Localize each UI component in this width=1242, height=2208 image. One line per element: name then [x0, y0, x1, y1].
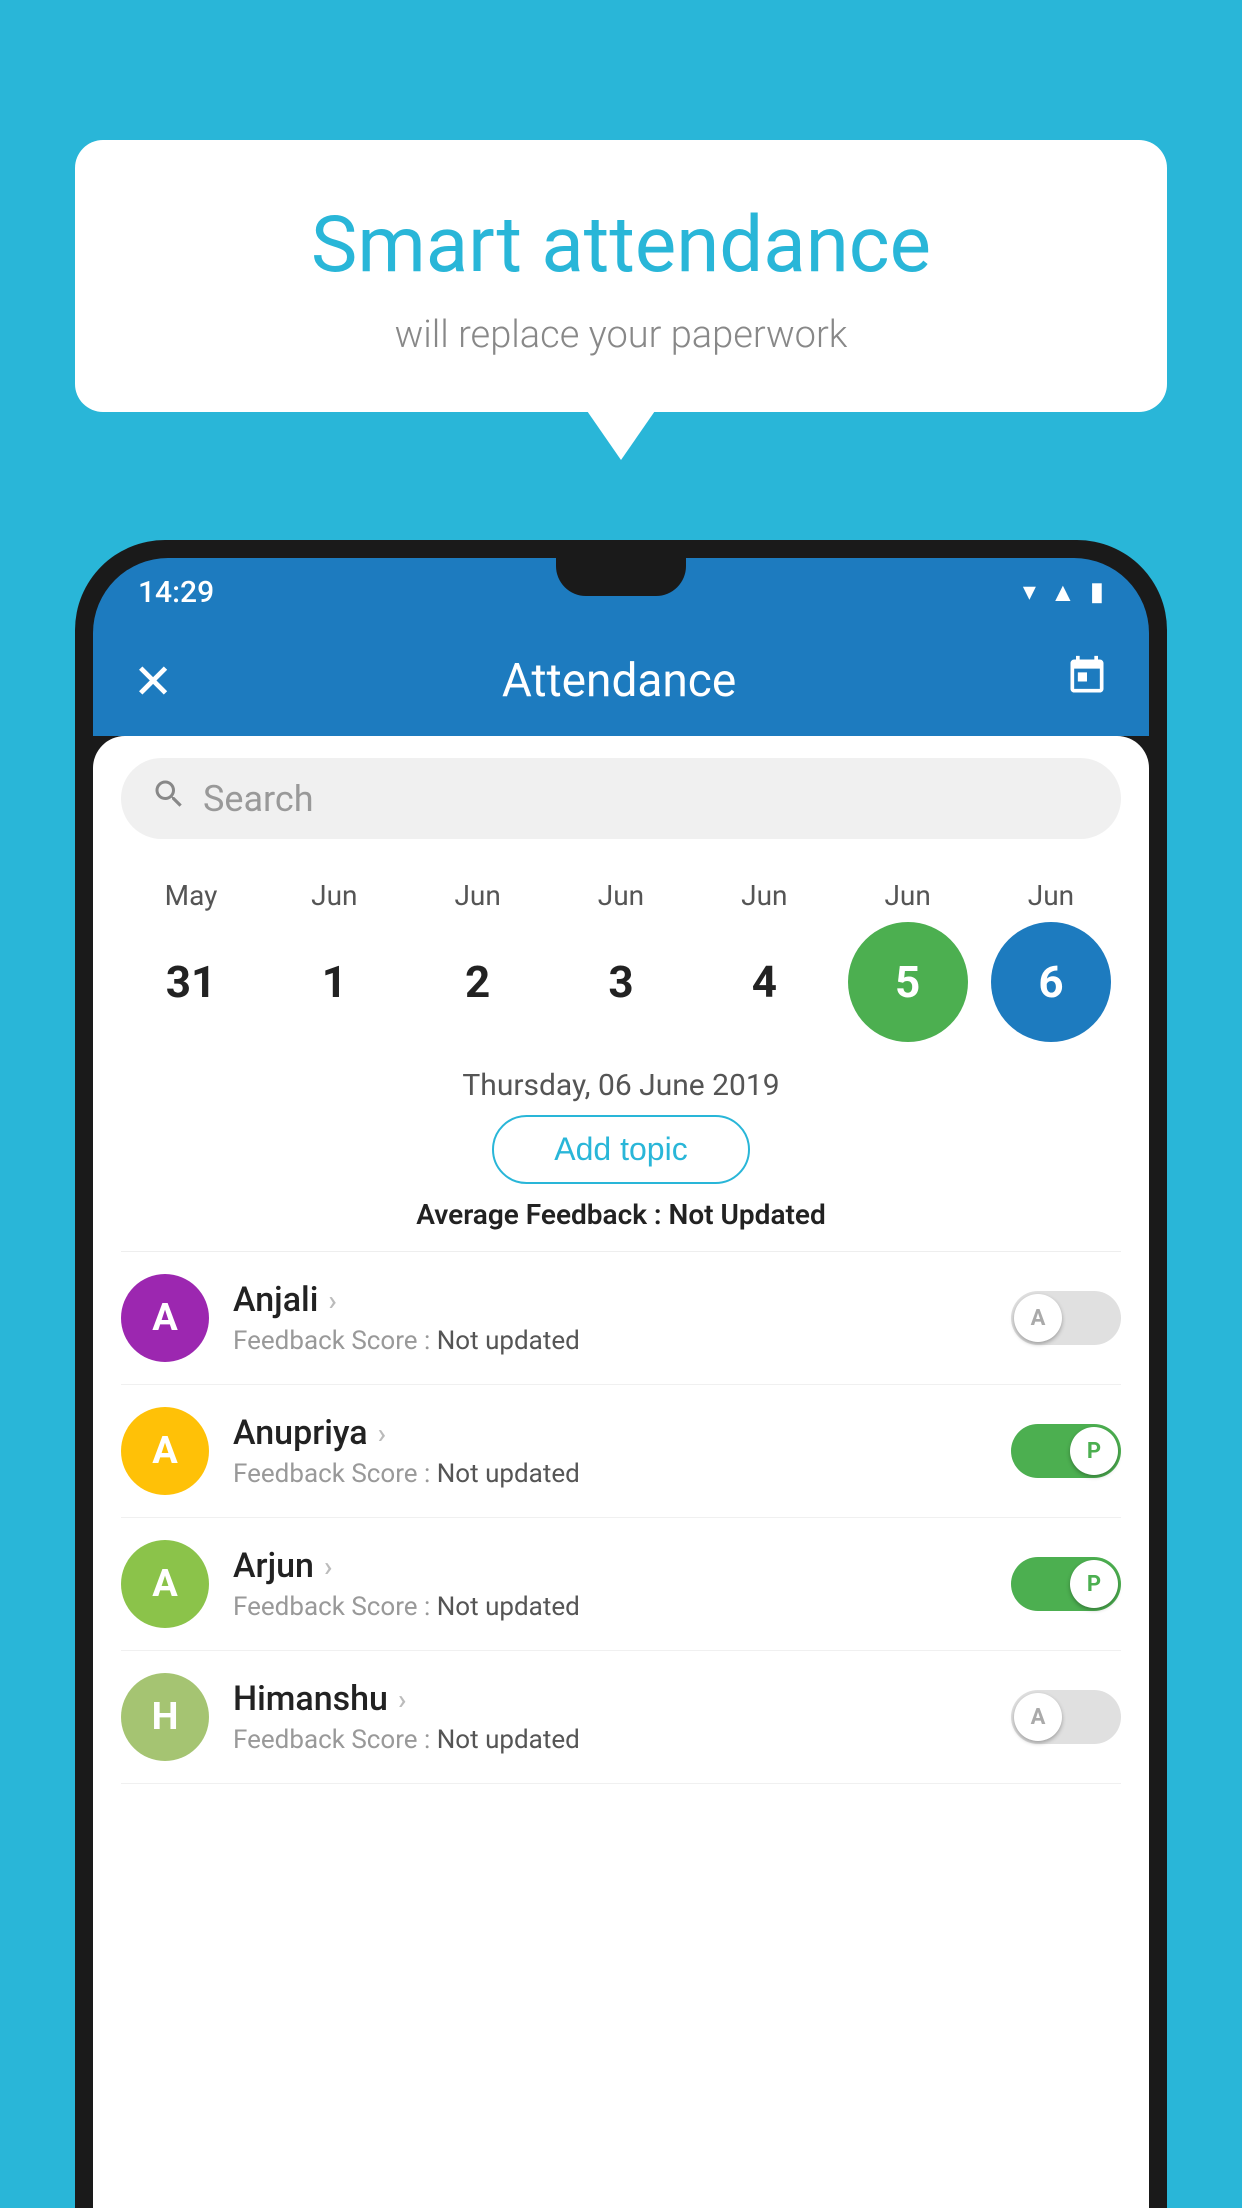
- student-feedback: Feedback Score : Not updated: [233, 1592, 1011, 1622]
- calendar-month: Jun: [274, 879, 394, 912]
- attendance-toggle-wrap[interactable]: A: [1011, 1690, 1121, 1744]
- attendance-toggle[interactable]: A: [1011, 1291, 1121, 1345]
- screen-content: Search May Jun Jun Jun Jun Jun Jun 31123456 Th…: [93, 736, 1149, 2208]
- calendar-month: Jun: [561, 879, 681, 912]
- calendar-month: Jun: [848, 879, 968, 912]
- chevron-icon: ›: [398, 1683, 406, 1716]
- search-placeholder: Search: [203, 778, 314, 820]
- avatar: A: [121, 1540, 209, 1628]
- phone-frame: 14:29 ▾ ▲ ▮ ✕ Attendance: [75, 540, 1167, 2208]
- calendar-day-6[interactable]: 6: [991, 922, 1111, 1042]
- attendance-toggle[interactable]: P: [1011, 1557, 1121, 1611]
- attendance-toggle[interactable]: P: [1011, 1424, 1121, 1478]
- toggle-knob: P: [1070, 1560, 1118, 1608]
- calendar-day-5[interactable]: 5: [848, 922, 968, 1042]
- avatar: A: [121, 1274, 209, 1362]
- add-topic-button[interactable]: Add topic: [492, 1115, 749, 1184]
- attendance-toggle-wrap[interactable]: P: [1011, 1424, 1121, 1478]
- student-name[interactable]: Anjali ›: [233, 1280, 1011, 1320]
- calendar-strip: May Jun Jun Jun Jun Jun Jun 31123456: [93, 861, 1149, 1052]
- app-bar-title: Attendance: [502, 654, 736, 708]
- speech-bubble-title: Smart attendance: [135, 200, 1107, 291]
- chevron-icon: ›: [324, 1550, 332, 1583]
- student-name[interactable]: Himanshu ›: [233, 1679, 1011, 1719]
- calendar-month: Jun: [991, 879, 1111, 912]
- chevron-icon: ›: [378, 1417, 386, 1450]
- app-bar: ✕ Attendance: [93, 626, 1149, 736]
- calendar-month: Jun: [418, 879, 538, 912]
- calendar-day-3[interactable]: 3: [561, 922, 681, 1042]
- student-info: Anupriya › Feedback Score : Not updated: [233, 1413, 1011, 1489]
- speech-bubble-container: Smart attendance will replace your paper…: [75, 140, 1167, 412]
- student-item: A Arjun › Feedback Score : Not updated P: [121, 1518, 1121, 1651]
- calendar-icon[interactable]: [1065, 654, 1109, 708]
- phone-notch: [556, 558, 686, 596]
- speech-bubble-subtitle: will replace your paperwork: [135, 313, 1107, 357]
- battery-icon: ▮: [1090, 577, 1104, 607]
- calendar-months: May Jun Jun Jun Jun Jun Jun: [121, 879, 1121, 912]
- phone-inner: 14:29 ▾ ▲ ▮ ✕ Attendance: [93, 558, 1149, 2208]
- student-info: Himanshu › Feedback Score : Not updated: [233, 1679, 1011, 1755]
- calendar-day-4[interactable]: 4: [704, 922, 824, 1042]
- calendar-day-2[interactable]: 2: [418, 922, 538, 1042]
- calendar-days[interactable]: 31123456: [121, 922, 1121, 1042]
- student-info: Arjun › Feedback Score : Not updated: [233, 1546, 1011, 1622]
- avatar: A: [121, 1407, 209, 1495]
- close-button[interactable]: ✕: [133, 653, 173, 710]
- wifi-icon: ▾: [1023, 577, 1036, 607]
- attendance-toggle-wrap[interactable]: P: [1011, 1557, 1121, 1611]
- attendance-toggle-wrap[interactable]: A: [1011, 1291, 1121, 1345]
- student-item: H Himanshu › Feedback Score : Not update…: [121, 1651, 1121, 1784]
- chevron-icon: ›: [328, 1284, 336, 1317]
- signal-icon: ▲: [1050, 577, 1076, 608]
- search-bar[interactable]: Search: [121, 758, 1121, 839]
- calendar-day-31[interactable]: 31: [131, 922, 251, 1042]
- toggle-knob: A: [1014, 1693, 1062, 1741]
- student-feedback: Feedback Score : Not updated: [233, 1326, 1011, 1356]
- status-time: 14:29: [138, 575, 214, 610]
- student-feedback: Feedback Score : Not updated: [233, 1725, 1011, 1755]
- calendar-day-1[interactable]: 1: [274, 922, 394, 1042]
- calendar-month: Jun: [704, 879, 824, 912]
- student-list: A Anjali › Feedback Score : Not updated …: [93, 1252, 1149, 1784]
- calendar-month: May: [131, 879, 251, 912]
- selected-date-label: Thursday, 06 June 2019: [93, 1068, 1149, 1103]
- toggle-knob: P: [1070, 1427, 1118, 1475]
- student-name[interactable]: Arjun ›: [233, 1546, 1011, 1586]
- student-item: A Anjali › Feedback Score : Not updated …: [121, 1252, 1121, 1385]
- search-icon: [151, 776, 187, 821]
- avg-feedback-label: Average Feedback :: [416, 1198, 661, 1231]
- avatar: H: [121, 1673, 209, 1761]
- student-name[interactable]: Anupriya ›: [233, 1413, 1011, 1453]
- student-info: Anjali › Feedback Score : Not updated: [233, 1280, 1011, 1356]
- avg-feedback-value: Not Updated: [669, 1198, 826, 1231]
- avg-feedback: Average Feedback : Not Updated: [93, 1198, 1149, 1231]
- toggle-knob: A: [1014, 1294, 1062, 1342]
- status-icons: ▾ ▲ ▮: [1023, 577, 1104, 608]
- student-feedback: Feedback Score : Not updated: [233, 1459, 1011, 1489]
- attendance-toggle[interactable]: A: [1011, 1690, 1121, 1744]
- speech-bubble: Smart attendance will replace your paper…: [75, 140, 1167, 412]
- student-item: A Anupriya › Feedback Score : Not update…: [121, 1385, 1121, 1518]
